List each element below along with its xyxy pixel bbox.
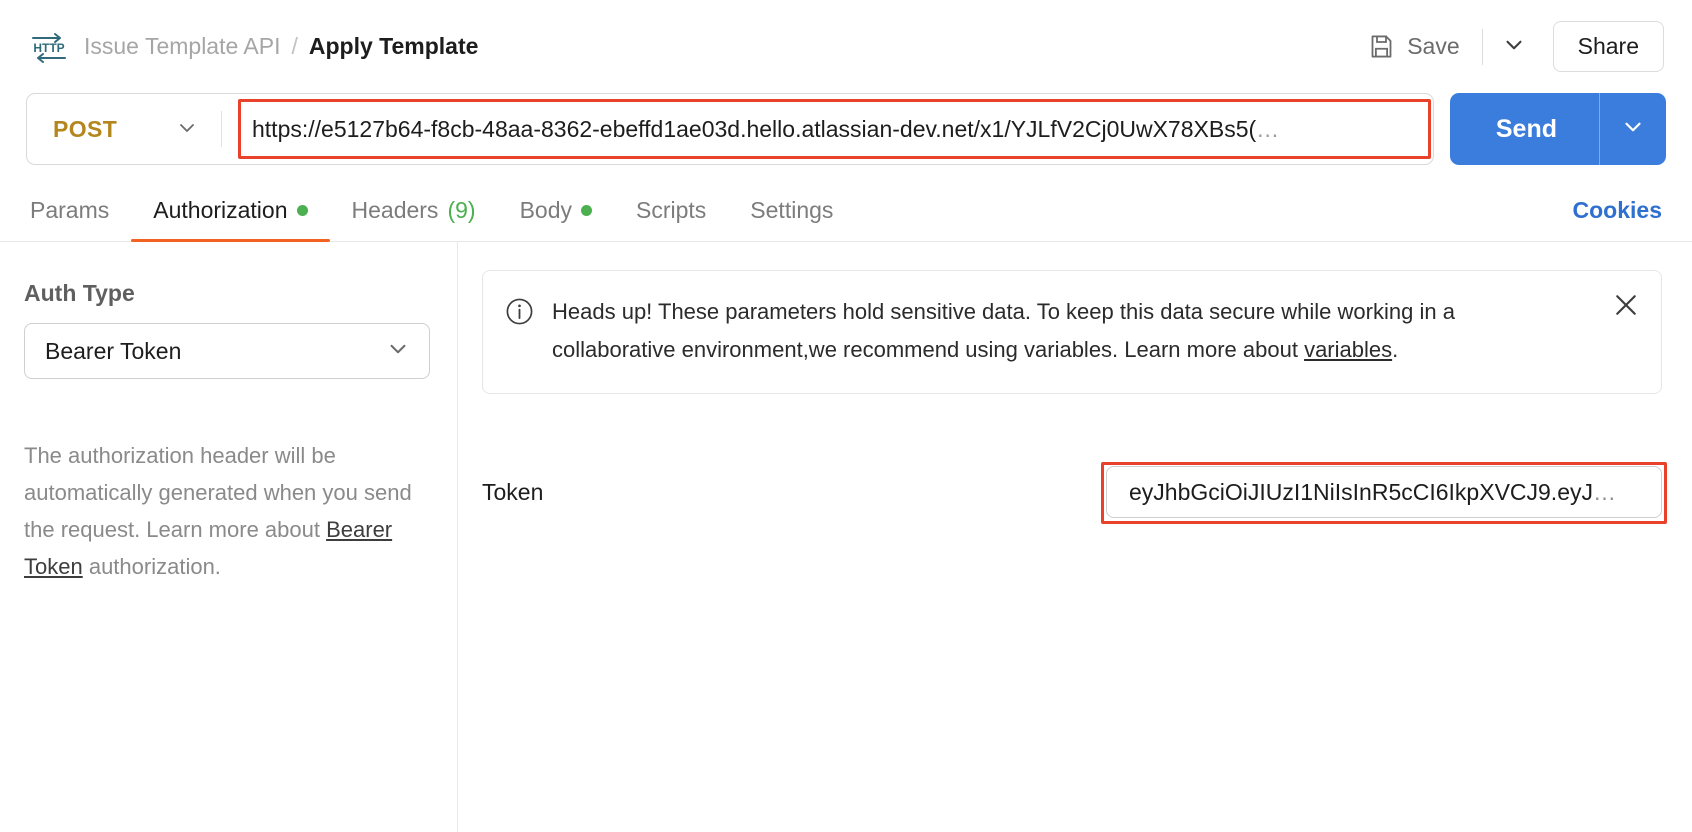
save-button[interactable]: Save — [1354, 25, 1473, 68]
notice-text: Heads up! These parameters hold sensitiv… — [552, 293, 1641, 369]
tab-scripts[interactable]: Scripts — [614, 179, 728, 241]
app-header: HTTP Issue Template API / Apply Template — [0, 0, 1692, 93]
header-divider — [1481, 28, 1483, 65]
breadcrumb-parent[interactable]: Issue Template API — [84, 33, 280, 60]
http-method-select[interactable]: POST — [27, 94, 221, 164]
tab-authorization[interactable]: Authorization — [131, 179, 330, 242]
tab-headers[interactable]: Headers (9) — [330, 179, 498, 241]
send-button[interactable]: Send — [1450, 93, 1599, 165]
breadcrumb: HTTP Issue Template API / Apply Template — [30, 29, 478, 65]
save-options-button[interactable] — [1491, 27, 1537, 67]
save-label: Save — [1407, 33, 1460, 59]
tab-settings[interactable]: Settings — [728, 179, 855, 241]
close-icon — [1611, 290, 1641, 323]
header-actions: Save Share — [1354, 21, 1664, 72]
auth-values-pane: Heads up! These parameters hold sensitiv… — [458, 242, 1692, 832]
token-input[interactable]: eyJhbGciOiJIUzI1NiIsInR5cCI6IkpXVCJ9.eyJ… — [1106, 466, 1662, 518]
auth-description-text-2: authorization. — [82, 554, 221, 579]
info-circle-icon — [505, 297, 534, 326]
url-input[interactable]: https://e5127b64-f8cb-48aa-8362-ebeffd1a… — [222, 116, 1429, 143]
tab-label: Body — [519, 196, 572, 223]
content-area: Auth Type Bearer Token The authorization… — [0, 242, 1692, 832]
sensitive-data-notice: Heads up! These parameters hold sensitiv… — [482, 270, 1662, 394]
chevron-down-icon — [385, 336, 411, 367]
tab-label: Settings — [750, 196, 834, 223]
auth-type-select[interactable]: Bearer Token — [24, 323, 430, 379]
http-icon: HTTP — [30, 29, 68, 65]
request-url-bar: POST https://e5127b64-f8cb-48aa-8362-ebe… — [0, 93, 1692, 179]
token-input-wrapper: eyJhbGciOiJIUzI1NiIsInR5cCI6IkpXVCJ9.eyJ… — [1101, 462, 1667, 524]
url-ellipsis: … — [1256, 115, 1281, 142]
auth-config-pane: Auth Type Bearer Token The authorization… — [0, 242, 458, 832]
floppy-disk-icon — [1368, 33, 1395, 60]
chevron-down-icon — [175, 116, 199, 143]
url-shell: POST https://e5127b64-f8cb-48aa-8362-ebe… — [26, 93, 1434, 165]
tab-label: Params — [30, 196, 110, 223]
share-button[interactable]: Share — [1552, 21, 1664, 72]
send-button-group: Send — [1449, 93, 1666, 165]
request-builder-window: HTTP Issue Template API / Apply Template — [0, 0, 1692, 832]
breadcrumb-separator: / — [291, 33, 298, 59]
token-value: eyJhbGciOiJIUzI1NiIsInR5cCI6IkpXVCJ9.eyJ — [1129, 478, 1593, 505]
send-options-button[interactable] — [1600, 93, 1666, 165]
tab-body[interactable]: Body — [498, 179, 614, 241]
status-dot — [581, 204, 592, 216]
tab-label: Authorization — [153, 196, 288, 223]
url-value: https://e5127b64-f8cb-48aa-8362-ebeffd1a… — [252, 115, 1257, 142]
auth-type-label: Auth Type — [24, 280, 135, 306]
chevron-down-icon — [1501, 32, 1527, 61]
tab-label: Scripts — [636, 196, 707, 223]
notice-close-button[interactable] — [1609, 289, 1643, 323]
tab-label: Headers — [351, 196, 439, 223]
headers-count-badge: (9) — [447, 196, 476, 223]
auth-description: The authorization header will be automat… — [24, 437, 416, 585]
cookies-link[interactable]: Cookies — [1573, 197, 1662, 224]
variables-link[interactable]: variables — [1304, 337, 1392, 362]
url-input-wrapper[interactable]: https://e5127b64-f8cb-48aa-8362-ebeffd1a… — [222, 94, 1433, 164]
svg-text:HTTP: HTTP — [33, 41, 64, 55]
status-dot — [296, 204, 308, 216]
notice-text-2: . — [1392, 337, 1399, 362]
token-label: Token — [482, 478, 544, 505]
tab-params[interactable]: Params — [30, 179, 131, 241]
request-tabs: Params Authorization Headers (9) Body Sc… — [0, 179, 1692, 242]
page-title: Apply Template — [308, 33, 479, 59]
token-ellipsis: … — [1593, 478, 1617, 505]
chevron-down-icon — [1620, 114, 1646, 145]
token-row: Token eyJhbGciOiJIUzI1NiIsInR5cCI6IkpXVC… — [482, 462, 1667, 524]
auth-type-value: Bearer Token — [45, 337, 182, 364]
http-method-value: POST — [53, 115, 118, 142]
